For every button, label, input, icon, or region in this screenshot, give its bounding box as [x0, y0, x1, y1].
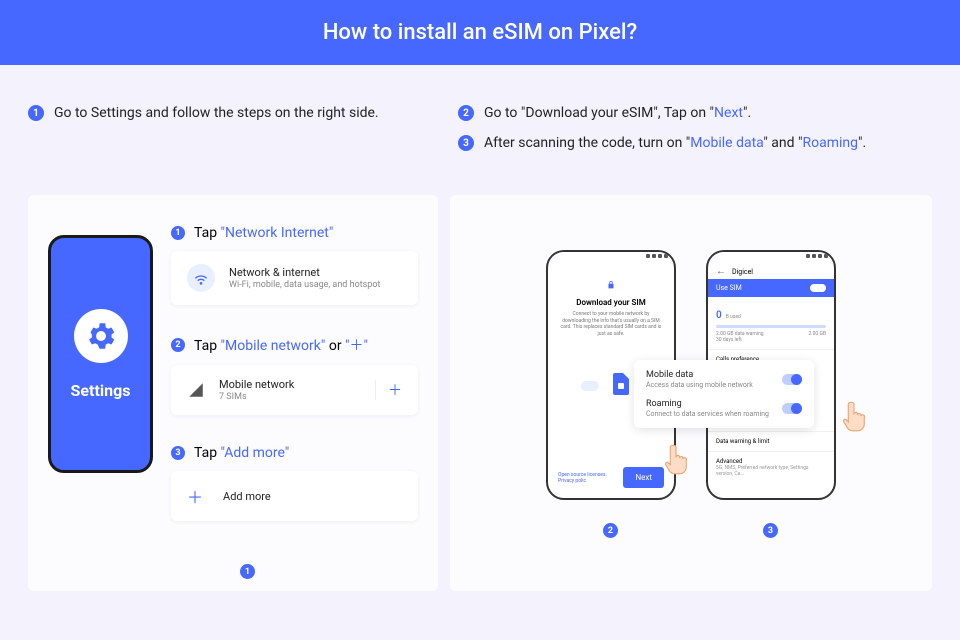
pointer-hand-icon [840, 400, 868, 432]
step-text: After scanning the code, turn on "Mobile… [484, 135, 866, 151]
main-step-1: 1 Go to Settings and follow the steps on… [28, 105, 438, 121]
panel-marker-2: 2 [603, 523, 618, 538]
carrier-name: Digicel [732, 268, 753, 276]
next-button[interactable]: Next [623, 467, 664, 488]
data-warning-row[interactable]: Data warning & limit [708, 431, 834, 451]
right-panel: Download your SIM Connect to your mobile… [450, 195, 932, 591]
cloud-icon [581, 381, 599, 391]
mobile-network-card[interactable]: Mobile network 7 SIMs ＋ [171, 365, 418, 415]
main-step-3: 3 After scanning the code, turn on "Mobi… [458, 135, 932, 151]
mobile-data-toggle[interactable] [782, 374, 802, 385]
step-bullet: 1 [28, 105, 44, 121]
back-arrow-icon[interactable]: ← [716, 266, 726, 277]
main-step-2: 2 Go to "Download your eSIM", Tap on "Ne… [458, 105, 932, 121]
lock-icon [606, 280, 616, 290]
left-panel: Settings 1 Tap "Network Internet" Networ… [28, 195, 438, 591]
step-text: Go to Settings and follow the steps on t… [54, 105, 379, 121]
substep-3-title: 3 Tap "Add more" [171, 445, 418, 461]
pointer-hand-icon [662, 443, 690, 475]
panel-marker-3: 3 [763, 523, 778, 538]
toggle-icon[interactable] [810, 284, 826, 292]
step-bullet: 2 [458, 105, 474, 121]
sim-card-icon [613, 373, 629, 395]
license-links[interactable]: Open source licenses. Privacy polic [558, 472, 623, 484]
gear-icon [84, 319, 118, 353]
plus-icon[interactable]: ＋ [375, 380, 402, 400]
plus-icon: ＋ [187, 484, 203, 508]
settings-label: Settings [71, 381, 131, 400]
substep-2-title: 2 Tap "Mobile network" or "＋" [171, 335, 418, 355]
advanced-row[interactable]: Advanced 5G, NMS, Preferred network type… [708, 451, 834, 483]
gear-badge [74, 309, 128, 363]
page-title: How to install an eSIM on Pixel? [0, 0, 960, 65]
substep-1-title: 1 Tap "Network Internet" [171, 225, 418, 241]
use-sim-row[interactable]: Use SIM [708, 279, 834, 297]
network-internet-card[interactable]: Network & internet Wi-Fi, mobile, data u… [171, 251, 418, 305]
roaming-toggle[interactable] [782, 403, 802, 414]
signal-icon [187, 381, 205, 399]
mobile-data-label: Mobile data [646, 370, 782, 380]
panel-marker-1: 1 [240, 564, 255, 579]
wifi-icon [187, 264, 215, 292]
roaming-label: Roaming [646, 399, 782, 409]
toggle-overlay-card: Mobile data Access data using mobile net… [634, 360, 814, 428]
step-bullet: 3 [458, 135, 474, 151]
settings-phone-mock: Settings [48, 235, 153, 473]
step-text: Go to "Download your eSIM", Tap on "Next… [484, 105, 751, 121]
add-more-card[interactable]: ＋ Add more [171, 471, 418, 521]
